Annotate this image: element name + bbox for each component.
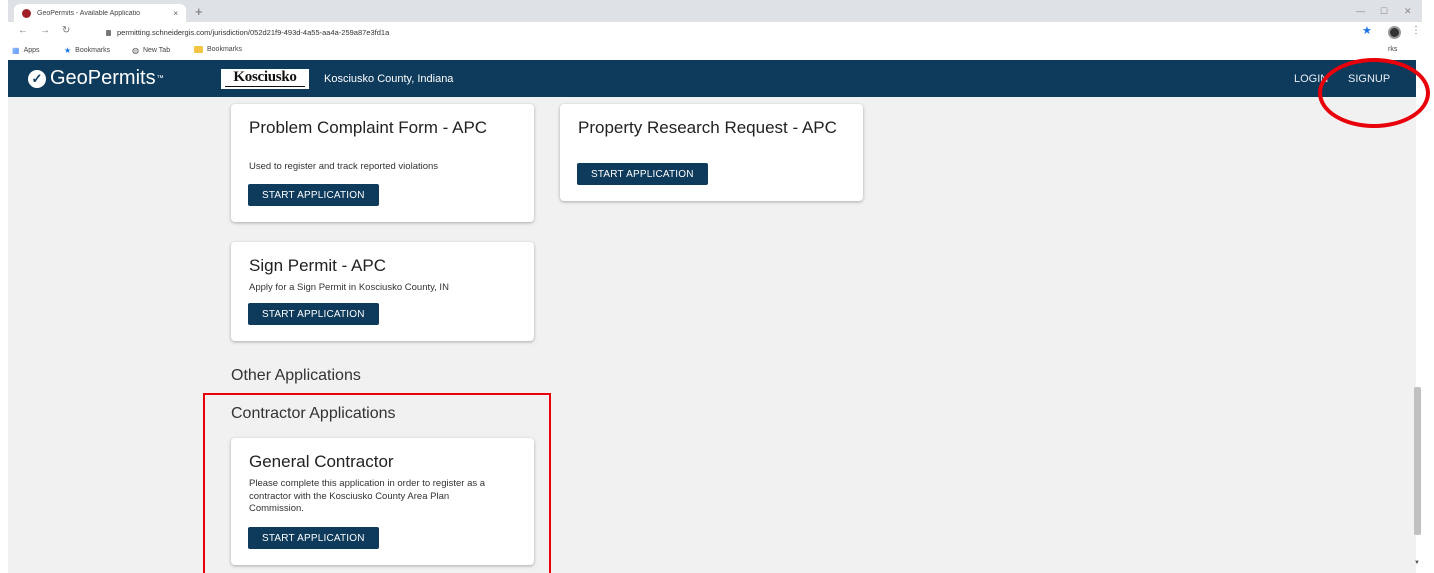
bookmark-label: Bookmarks [75, 47, 111, 54]
annotation-rectangle [203, 393, 551, 573]
tab-close-icon[interactable]: × [173, 9, 178, 18]
forward-arrow-icon[interactable]: → [40, 25, 50, 36]
page-scrollbar[interactable] [1414, 387, 1421, 535]
new-tab-button[interactable]: + [195, 5, 203, 19]
annotation-circle [1318, 58, 1430, 128]
bookmark-label: New Tab [142, 47, 171, 54]
card-description: Used to register and track reported viol… [249, 161, 439, 172]
other-bookmarks[interactable]: rks [1388, 46, 1397, 53]
globe-icon: ◍ [132, 46, 139, 55]
address-bar[interactable]: permitting.schneidergis.com/jurisdiction… [106, 28, 389, 37]
geopermits-logo[interactable]: ✓ GeoPermits ™ [28, 67, 164, 90]
url-text: permitting.schneidergis.com/jurisdiction… [117, 28, 390, 37]
star-icon: ★ [64, 46, 72, 55]
start-application-button[interactable]: START APPLICATION [577, 163, 708, 185]
county-logo: Kosciusko [221, 69, 309, 89]
browser-tab[interactable]: GeoPermits - Available Applicatio × [14, 4, 186, 22]
back-arrow-icon[interactable]: ← [18, 25, 28, 36]
county-logo-text: Kosciusko [233, 69, 297, 85]
checkmark-logo-icon: ✓ [28, 69, 46, 88]
bookmark-new-tab[interactable]: ◍ New Tab [132, 46, 170, 55]
reload-icon[interactable]: ↻ [62, 25, 70, 36]
browser-toolbar: ← → ↻ permitting.schneidergis.com/jurisd… [8, 22, 1422, 42]
application-card-property-research: Property Research Request - APC START AP… [560, 104, 863, 201]
folder-icon [194, 46, 203, 53]
start-application-button[interactable]: START APPLICATION [248, 184, 379, 206]
card-description: Apply for a Sign Permit in Kosciusko Cou… [249, 282, 449, 293]
bookmark-label: Apps [23, 47, 40, 54]
trademark: ™ [156, 75, 164, 82]
apps-grid-icon: ▦ [12, 46, 20, 55]
section-heading-other: Other Applications [231, 367, 361, 384]
start-application-button[interactable]: START APPLICATION [248, 303, 379, 325]
close-window-icon[interactable]: ✕ [1404, 6, 1412, 17]
jurisdiction-name: Kosciusko County, Indiana [324, 73, 454, 85]
app-header: ✓ GeoPermits ™ Kosciusko Kosciusko County… [8, 60, 1416, 97]
profile-avatar-icon[interactable] [1388, 26, 1401, 39]
county-logo-underline [225, 86, 305, 89]
geopermits-favicon-icon [22, 8, 31, 18]
browser-tab-bar: GeoPermits - Available Applicatio × + — … [8, 0, 1422, 22]
bookmark-folder[interactable]: Bookmarks [194, 46, 242, 53]
brand-name: GeoPermits [50, 67, 156, 89]
browser-menu-icon[interactable]: ⋮ [1411, 25, 1421, 36]
application-card-problem-complaint: Problem Complaint Form - APC Used to reg… [231, 104, 534, 222]
scroll-down-arrow-icon[interactable]: ▼ [1414, 560, 1420, 566]
bookmarks-bar: ▦ Apps ★ Bookmarks ◍ New Tab Bookmarks rks [8, 42, 1422, 59]
maximize-icon[interactable]: ☐ [1380, 6, 1388, 17]
minimize-icon[interactable]: — [1356, 6, 1365, 16]
application-card-sign-permit: Sign Permit - APC Apply for a Sign Permi… [231, 242, 534, 341]
bookmark-label: Bookmarks [207, 46, 243, 53]
bookmark-bookmarks[interactable]: ★ Bookmarks [64, 46, 110, 55]
card-title: Sign Permit - APC [249, 256, 386, 275]
card-title: Property Research Request - APC [578, 118, 837, 137]
lock-icon [106, 30, 111, 36]
card-title: Problem Complaint Form - APC [249, 118, 488, 137]
tab-title: GeoPermits - Available Applicatio [37, 9, 140, 17]
bookmark-star-icon[interactable]: ★ [1362, 24, 1372, 37]
bookmark-apps[interactable]: ▦ Apps [12, 46, 40, 55]
